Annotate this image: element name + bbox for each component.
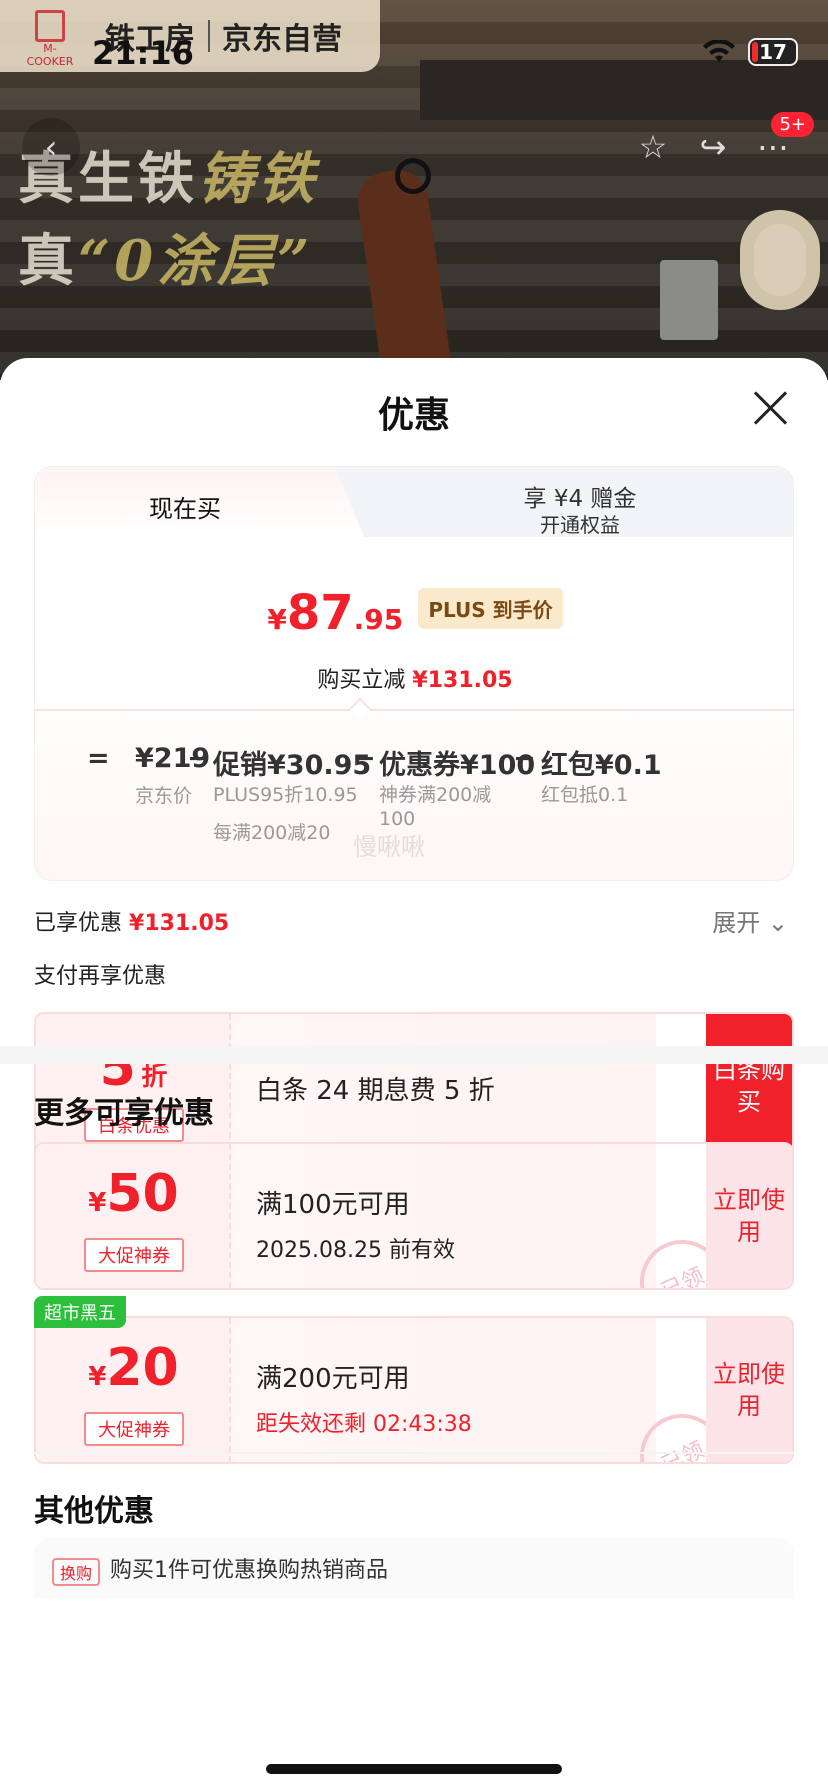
- star-icon: ☆: [638, 128, 668, 166]
- message-badge: 5+: [771, 112, 814, 137]
- calc-promo-sub2: 每满200减20: [213, 822, 331, 844]
- coupon-condition: 满200元可用: [256, 1364, 410, 1394]
- brand-divider: [208, 20, 210, 52]
- expand-label: 展开: [712, 909, 761, 937]
- coupon-description: 白条 24 期息费 5 折: [256, 1076, 495, 1106]
- exchange-text: 购买1件可优惠换购热销商品: [110, 1558, 388, 1583]
- final-price: ¥87.95 PLUS 到手价: [35, 585, 793, 641]
- pan-ring: [395, 158, 431, 194]
- coupon-value: ¥50: [36, 1164, 231, 1224]
- baitiao-buy-button[interactable]: 白条购买: [706, 1014, 792, 1158]
- calc-redpack: 红包¥0.1: [541, 750, 662, 781]
- use-now-button[interactable]: 立即使用: [706, 1144, 792, 1288]
- calc-jd-price-label: 京东价: [135, 785, 193, 807]
- enjoyed-value: ¥131.05: [129, 911, 230, 936]
- calc-equals: =: [87, 743, 110, 774]
- battery-low-indicator: [752, 42, 758, 62]
- price-decimal: .95: [353, 603, 404, 636]
- calc-minus-3: −: [513, 743, 536, 774]
- chevron-left-icon: ‹: [44, 128, 58, 166]
- calc-minus-2: −: [353, 743, 376, 774]
- enjoyed-discount: 已享优惠 ¥131.05: [34, 905, 229, 937]
- breakdown-divider: [35, 709, 793, 711]
- baitiao-coupon[interactable]: 5 折 白条优惠 白条 24 期息费 5 折 白条购买: [34, 1012, 794, 1160]
- favorite-button[interactable]: ☆: [624, 118, 682, 176]
- section-divider: [34, 1452, 794, 1454]
- coupon-tag: 大促神券: [84, 1238, 184, 1272]
- status-time: 21:16: [92, 34, 194, 72]
- price-integer: 87: [286, 585, 354, 641]
- close-icon[interactable]: [752, 390, 788, 426]
- background-cup: [660, 260, 718, 340]
- promo-line2a: 真: [18, 228, 78, 294]
- section-gap: [0, 1046, 828, 1064]
- calc-redpack-sub: 红包抵0.1: [541, 784, 629, 806]
- supermarket-black-friday-tag: 超市黑五: [34, 1296, 126, 1328]
- back-button[interactable]: ‹: [22, 118, 80, 176]
- watermark: 慢啾啾: [353, 833, 425, 861]
- enjoyed-label: 已享优惠: [34, 911, 123, 936]
- exchange-offer-row[interactable]: 换购 购买1件可优惠换购热销商品: [34, 1538, 794, 1598]
- coupon-amount: 50: [106, 1164, 179, 1224]
- plus-price-tag: PLUS 到手价: [418, 588, 563, 629]
- promo-line2b: “0涂层”: [78, 228, 314, 294]
- other-discounts-title: 其他优惠: [34, 1494, 154, 1529]
- status-indicators: 17: [702, 38, 798, 66]
- expand-toggle[interactable]: 展开 ⌄: [712, 903, 788, 938]
- coupon-currency: ¥: [88, 1188, 107, 1218]
- chevron-down-icon: ⌄: [767, 909, 788, 937]
- coupon-expiry: 2025.08.25 前有效: [256, 1238, 455, 1263]
- coupon-condition: 满100元可用: [256, 1190, 410, 1220]
- calc-promo: 促销¥30.95: [213, 750, 372, 781]
- price-breakdown-card: 现在买 享 ¥4 赠金 开通权益 ¥87.95 PLUS 到手价 购买立减 ¥1…: [34, 466, 794, 881]
- background-jar: [740, 210, 820, 310]
- share-button[interactable]: ↪: [684, 118, 742, 176]
- wifi-icon: [703, 40, 735, 62]
- battery-icon: 17: [748, 38, 798, 66]
- coupon-value: ¥20: [36, 1338, 231, 1398]
- tab-bonus-sublabel: 开通权益: [540, 513, 620, 537]
- coupon-countdown: 距失效还剩 02:43:38: [256, 1412, 472, 1437]
- discount-sheet: 优惠 现在买 享 ¥4 赠金 开通权益 ¥87.95 PLUS 到手价 购买立减…: [0, 358, 828, 1792]
- promo-line1b: 铸铁: [198, 146, 318, 212]
- background-shelf: [420, 60, 828, 120]
- price-currency: ¥: [267, 603, 287, 636]
- brand-logo-mark: [35, 10, 65, 42]
- instant-discount-label: 购买立减: [317, 668, 406, 693]
- coupon-card[interactable]: ¥20 大促神券 满200元可用 距失效还剩 02:43:38 已领 立即使用: [34, 1316, 794, 1464]
- share-icon: ↪: [699, 128, 727, 166]
- calc-minus-1-sign: −: [187, 743, 210, 774]
- use-now-button[interactable]: 立即使用: [706, 1318, 792, 1462]
- coupon-currency: ¥: [88, 1362, 107, 1392]
- brand-logo: M-COOKER: [20, 10, 80, 68]
- instant-discount-value: ¥131.05: [412, 668, 513, 693]
- battery-level: 17: [759, 40, 787, 64]
- calc-coupon: 优惠券¥100: [379, 750, 536, 781]
- calc-promo-sub1: PLUS95折10.95: [213, 784, 358, 806]
- coupon-tag: 大促神券: [84, 1412, 184, 1446]
- pay-more-heading: 支付再享优惠: [34, 964, 167, 989]
- coupon-amount: 20: [106, 1338, 179, 1398]
- coupon-card[interactable]: ¥50 大促神券 满100元可用 2025.08.25 前有效 已领 立即使用: [34, 1142, 794, 1290]
- home-indicator[interactable]: [266, 1764, 562, 1774]
- instant-discount: 购买立减 ¥131.05: [35, 662, 793, 694]
- breakdown-divider-arrow: [348, 697, 372, 721]
- tab-bonus-label: 享 ¥4 赠金: [523, 486, 637, 512]
- sheet-title: 优惠: [377, 395, 450, 436]
- brand-logo-text: M-COOKER: [26, 42, 74, 68]
- exchange-tag: 换购: [52, 1558, 101, 1586]
- brand-store-type: 京东自营: [222, 22, 342, 57]
- more-discounts-title: 更多可享优惠: [34, 1096, 214, 1131]
- tab-buy-now-label: 现在买: [149, 495, 221, 523]
